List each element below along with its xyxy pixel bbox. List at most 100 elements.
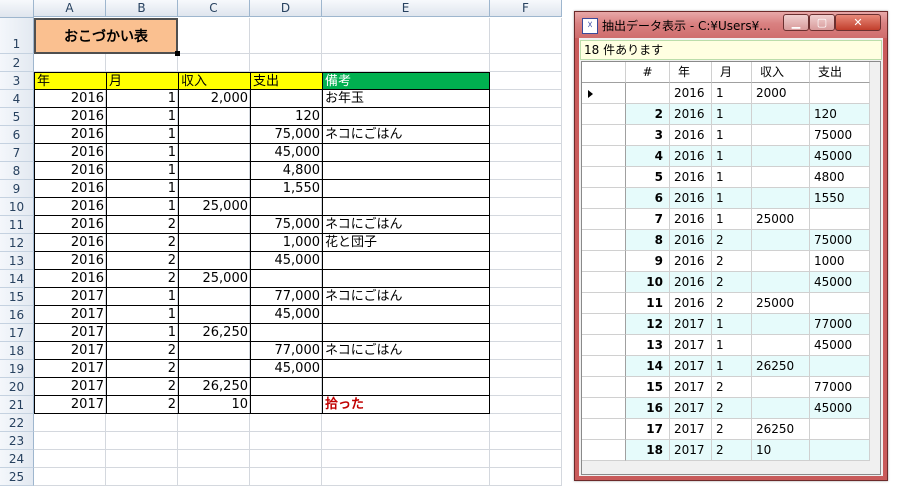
grid-cell[interactable]: 2016 (670, 188, 712, 209)
cell-note[interactable] (322, 180, 490, 198)
close-button[interactable]: ✕ (835, 14, 881, 31)
cell-expense[interactable] (250, 396, 322, 414)
cell-income[interactable] (178, 162, 250, 180)
grid-row-header[interactable] (582, 440, 626, 461)
row-header-18[interactable]: 18 (0, 342, 34, 360)
cell-income[interactable] (178, 360, 250, 378)
cell-year[interactable]: 2017 (34, 342, 106, 360)
row-header-14[interactable]: 14 (0, 270, 34, 288)
grid-cell[interactable]: 2016 (670, 146, 712, 167)
cell-expense[interactable] (250, 90, 322, 108)
grid-cell[interactable]: 75000 (810, 230, 870, 251)
grid-cell[interactable]: 2 (712, 230, 752, 251)
grid-row-id[interactable]: 6 (626, 188, 670, 209)
cell-note[interactable]: ネコにごはん (322, 342, 490, 360)
cell-income[interactable] (178, 234, 250, 252)
grid-row-header[interactable] (582, 335, 626, 356)
row-header-21[interactable]: 21 (0, 396, 34, 414)
row-header-15[interactable]: 15 (0, 288, 34, 306)
grid-row-header[interactable] (582, 125, 626, 146)
column-header-C[interactable]: C (178, 0, 250, 17)
grid-row-header[interactable] (582, 146, 626, 167)
grid-row-header[interactable] (582, 314, 626, 335)
grid-row-header[interactable] (582, 230, 626, 251)
fill-handle[interactable] (175, 51, 180, 56)
cell-note[interactable]: ネコにごはん (322, 288, 490, 306)
cell-income[interactable] (178, 180, 250, 198)
grid-cell[interactable]: 10 (752, 440, 810, 461)
grid-column-header[interactable]: 支出 (810, 62, 870, 83)
cell-expense[interactable]: 77,000 (250, 288, 322, 306)
grid-cell[interactable]: 2016 (670, 167, 712, 188)
grid-cell[interactable]: 2016 (670, 83, 712, 104)
grid-cell[interactable]: 45000 (810, 335, 870, 356)
grid-row-id[interactable]: 1 (626, 83, 670, 104)
grid-cell[interactable] (810, 83, 870, 104)
grid-row-id[interactable]: 8 (626, 230, 670, 251)
grid-cell[interactable]: 2 (712, 398, 752, 419)
cell-expense[interactable] (250, 324, 322, 342)
grid-cell[interactable]: 2 (712, 293, 752, 314)
grid-column-header[interactable]: 収入 (752, 62, 810, 83)
cell-expense[interactable]: 45,000 (250, 360, 322, 378)
cell-expense[interactable] (250, 378, 322, 396)
grid-cell[interactable]: 26250 (752, 419, 810, 440)
cell-year[interactable]: 2016 (34, 90, 106, 108)
maximize-button[interactable]: ▢ (809, 14, 835, 31)
row-header-4[interactable]: 4 (0, 90, 34, 108)
row-header-1[interactable]: 1 (0, 18, 34, 54)
cell-income[interactable] (178, 342, 250, 360)
cell-year[interactable]: 2017 (34, 360, 106, 378)
grid-row-id[interactable]: 18 (626, 440, 670, 461)
cell-expense[interactable] (250, 198, 322, 216)
grid-cell[interactable]: 1000 (810, 251, 870, 272)
cell-expense[interactable]: 45,000 (250, 144, 322, 162)
spreadsheet[interactable]: ABCDEF 1 2 3 4 5 6 7 8 9 10 11 12 13 14 15 16 17 18 19 20 21… (0, 0, 562, 486)
grid-cell[interactable]: 1550 (810, 188, 870, 209)
header-cell-income[interactable]: 収入 (178, 72, 250, 90)
cell-year[interactable]: 2017 (34, 324, 106, 342)
grid-cell[interactable]: 2017 (670, 419, 712, 440)
cell-note[interactable]: 花と団子 (322, 234, 490, 252)
header-cell-year[interactable]: 年 (34, 72, 106, 90)
cell-month[interactable]: 1 (106, 126, 178, 144)
cell-expense[interactable] (250, 270, 322, 288)
extract-window[interactable]: ☓ 抽出データ表示 - C:¥Users¥... ▁ ▢ ✕ 18 件あります … (574, 11, 888, 481)
cell-income[interactable] (178, 306, 250, 324)
grid-row-id[interactable]: 12 (626, 314, 670, 335)
grid-cell[interactable]: 2017 (670, 356, 712, 377)
row-header-23[interactable]: 23 (0, 432, 34, 450)
cell-month[interactable]: 1 (106, 306, 178, 324)
cell-income[interactable]: 25,000 (178, 270, 250, 288)
row-header-9[interactable]: 9 (0, 180, 34, 198)
window-titlebar[interactable]: ☓ 抽出データ表示 - C:¥Users¥... ▁ ▢ ✕ (575, 12, 887, 38)
row-header-5[interactable]: 5 (0, 108, 34, 126)
grid-cell[interactable] (752, 251, 810, 272)
grid-cell[interactable] (752, 167, 810, 188)
cell-month[interactable]: 2 (106, 342, 178, 360)
row-header-13[interactable]: 13 (0, 252, 34, 270)
cell-income[interactable]: 26,250 (178, 378, 250, 396)
grid-cell[interactable] (752, 230, 810, 251)
grid-cell[interactable]: 45000 (810, 272, 870, 293)
cell-note[interactable] (322, 270, 490, 288)
column-header-F[interactable]: F (490, 0, 562, 17)
cell-month[interactable]: 1 (106, 108, 178, 126)
grid-cell[interactable]: 2016 (670, 104, 712, 125)
grid-cell[interactable]: 1 (712, 104, 752, 125)
column-header-B[interactable]: B (106, 0, 178, 17)
grid-row-header[interactable] (582, 167, 626, 188)
column-header-A[interactable]: A (34, 0, 106, 17)
grid-row-id[interactable]: 16 (626, 398, 670, 419)
grid-cell[interactable]: 2 (712, 251, 752, 272)
grid-cell[interactable]: 2 (712, 419, 752, 440)
grid-cell[interactable]: 2016 (670, 272, 712, 293)
cell-month[interactable]: 1 (106, 198, 178, 216)
cell-year[interactable]: 2016 (34, 198, 106, 216)
cell-month[interactable]: 2 (106, 360, 178, 378)
row-header-20[interactable]: 20 (0, 378, 34, 396)
grid-row-header[interactable] (582, 188, 626, 209)
grid-cell[interactable]: 2017 (670, 398, 712, 419)
grid-cell[interactable] (810, 356, 870, 377)
cell-year[interactable]: 2016 (34, 126, 106, 144)
